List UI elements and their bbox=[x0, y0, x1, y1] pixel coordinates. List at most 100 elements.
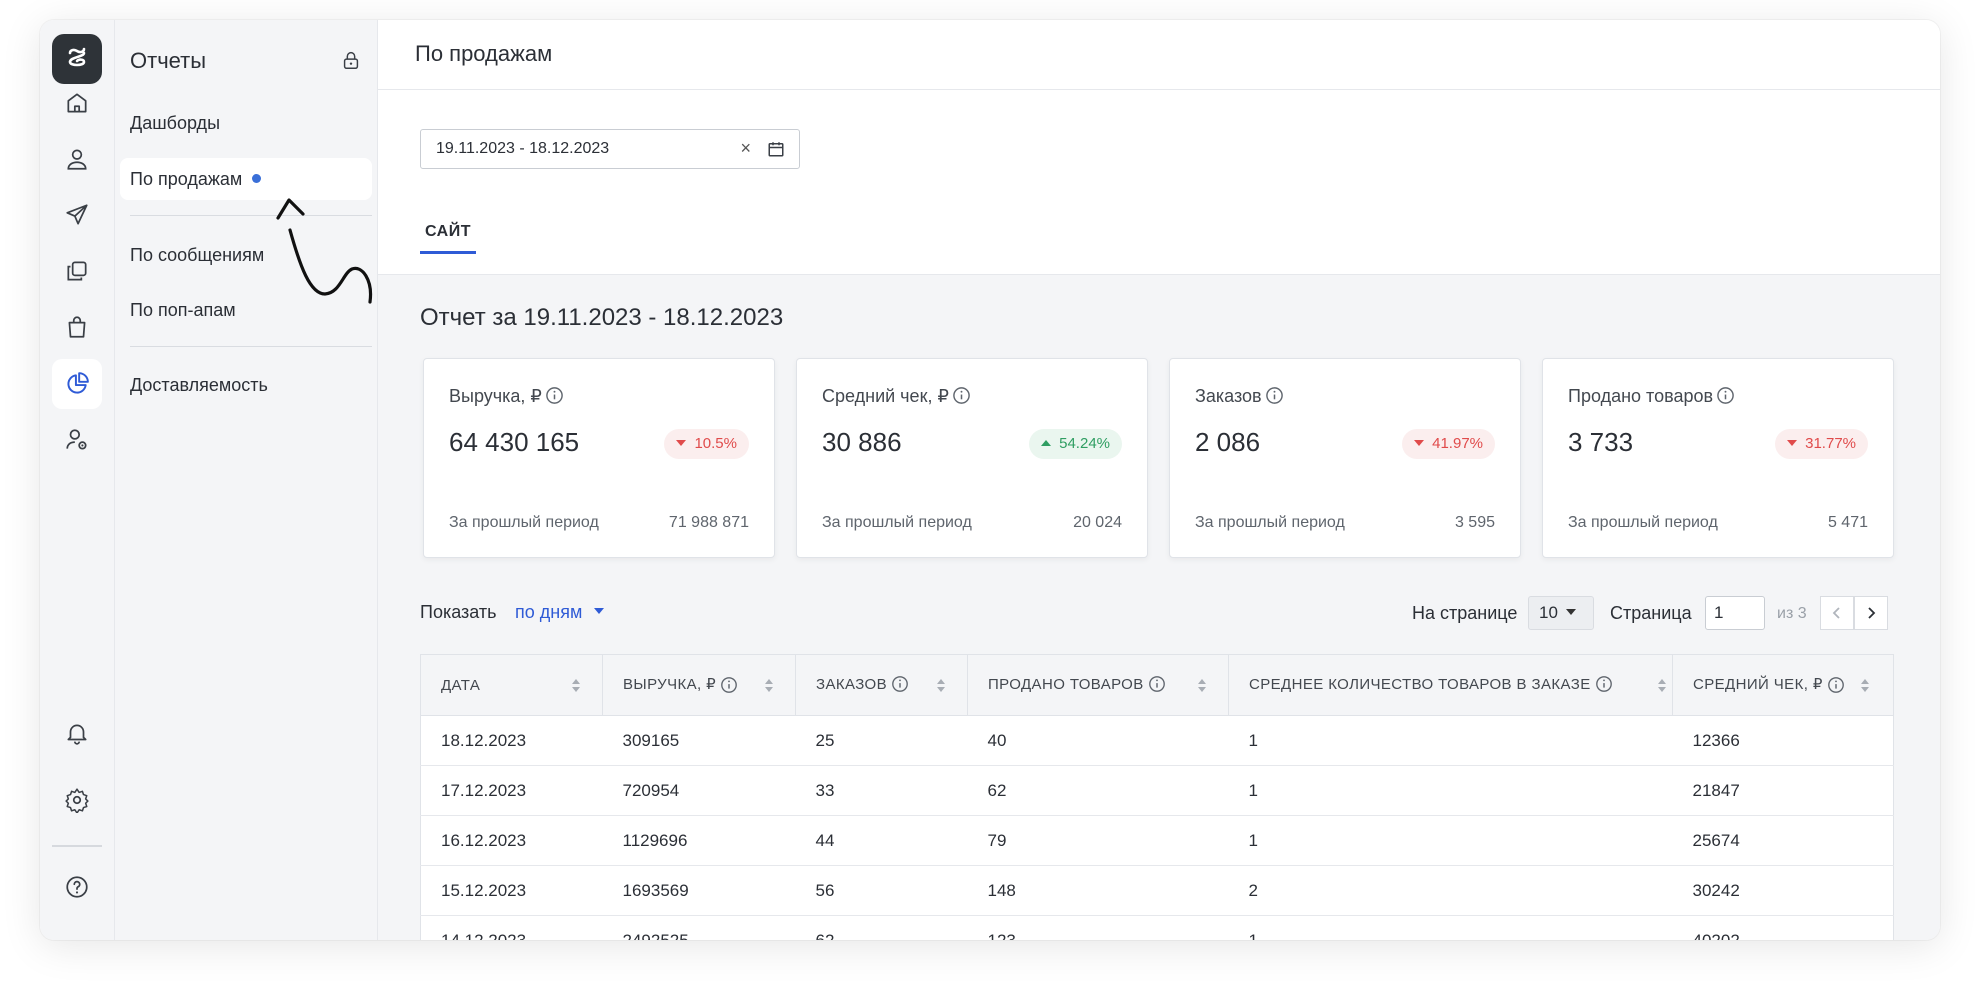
info-icon[interactable] bbox=[1716, 386, 1735, 405]
cell-avg-items: 1 bbox=[1228, 715, 1673, 766]
info-icon[interactable] bbox=[545, 386, 564, 405]
group-by-dropdown[interactable]: по дням bbox=[515, 602, 605, 623]
cell-items-sold: 79 bbox=[967, 815, 1229, 866]
info-icon[interactable] bbox=[720, 676, 738, 694]
page-input[interactable] bbox=[1705, 596, 1765, 630]
page-label: Страница bbox=[1610, 603, 1692, 623]
cell-avg-check: 12366 bbox=[1672, 715, 1894, 766]
hand-drawn-arrow-icon bbox=[276, 198, 373, 304]
sort-icon[interactable] bbox=[1198, 679, 1206, 693]
info-icon[interactable] bbox=[1148, 675, 1166, 693]
page-header: По продажам bbox=[378, 20, 1940, 90]
table-row: 14.12.2023 2492525 62 123 1 40202 bbox=[420, 915, 1894, 940]
column-header-date[interactable]: ДАТА bbox=[420, 654, 603, 716]
cell-date: 17.12.2023 bbox=[420, 765, 603, 816]
arrow-down-icon bbox=[676, 440, 687, 447]
cell-avg-items: 2 bbox=[1228, 865, 1673, 916]
card-value: 64 430 165 bbox=[449, 427, 580, 457]
user-icon[interactable] bbox=[52, 134, 102, 184]
sort-icon[interactable] bbox=[937, 679, 945, 693]
info-icon[interactable] bbox=[1827, 676, 1845, 694]
cell-items-sold: 40 bbox=[967, 715, 1229, 766]
sidebar-item-popups[interactable]: По поп-апам bbox=[130, 300, 236, 321]
column-header-orders[interactable]: ЗАКАЗОВ bbox=[795, 654, 968, 716]
chevron-down-icon bbox=[1565, 608, 1576, 615]
table-row: 15.12.2023 1693569 56 148 2 30242 bbox=[420, 865, 1894, 916]
rail-divider bbox=[52, 845, 102, 847]
chevron-down-icon bbox=[594, 608, 605, 615]
page-of-label: из 3 bbox=[1777, 605, 1807, 622]
prev-period-value: 71 988 871 bbox=[668, 514, 749, 531]
sort-icon[interactable] bbox=[765, 679, 773, 693]
table-row: 18.12.2023 309165 25 40 1 12366 bbox=[420, 715, 1894, 766]
cell-date: 15.12.2023 bbox=[420, 865, 603, 916]
table-header-row: ДАТА ВЫРУЧКА, ₽ ЗАКАЗОВ ПРОДАНО ТОВАРОВ … bbox=[420, 654, 1894, 716]
info-icon[interactable] bbox=[952, 386, 971, 405]
bell-icon[interactable] bbox=[52, 708, 102, 758]
lock-icon[interactable] bbox=[340, 49, 362, 71]
avg-check-card: Средний чек, ₽ 30 886 54.24% За прошлый … bbox=[796, 358, 1148, 558]
clear-icon[interactable]: × bbox=[740, 138, 751, 159]
info-icon[interactable] bbox=[1595, 675, 1613, 693]
app-window: Отчеты Дашборды По продажам По сообщения… bbox=[40, 20, 1940, 940]
prev-page-button[interactable] bbox=[1820, 596, 1854, 630]
pie-chart-icon[interactable] bbox=[52, 359, 102, 409]
filter-panel bbox=[378, 90, 1940, 275]
sort-icon[interactable] bbox=[1861, 679, 1869, 693]
cell-date: 14.12.2023 bbox=[420, 915, 603, 940]
cell-revenue: 309165 bbox=[602, 715, 796, 766]
copy-icon[interactable] bbox=[52, 246, 102, 296]
sidebar-item-deliverability[interactable]: Доставляемость bbox=[130, 375, 268, 396]
calendar-icon[interactable] bbox=[767, 140, 785, 158]
items-sold-card: Продано товаров 3 733 31.77% За прошлый … bbox=[1542, 358, 1894, 558]
sidebar-item-label: По продажам bbox=[130, 169, 243, 189]
column-header-avg-check[interactable]: СРЕДНИЙ ЧЕК, ₽ bbox=[1672, 654, 1894, 716]
card-label: Средний чек, ₽ bbox=[822, 386, 971, 407]
column-header-revenue[interactable]: ВЫРУЧКА, ₽ bbox=[602, 654, 796, 716]
prev-period-value: 3 595 bbox=[1454, 514, 1495, 531]
sidebar-item-messages[interactable]: По сообщениям bbox=[130, 245, 264, 266]
sort-icon[interactable] bbox=[1658, 679, 1666, 693]
per-page-label: На странице bbox=[1412, 603, 1518, 623]
bag-icon[interactable] bbox=[52, 302, 102, 352]
cell-avg-items: 1 bbox=[1228, 915, 1673, 940]
arrow-down-icon bbox=[1414, 440, 1425, 447]
card-label: Заказов bbox=[1195, 386, 1284, 407]
main-content: По продажам 19.11.2023 - 18.12.2023 × СА… bbox=[378, 20, 1940, 940]
info-icon[interactable] bbox=[891, 675, 909, 693]
prev-period-label: За прошлый период bbox=[449, 514, 599, 531]
table-row: 17.12.2023 720954 33 62 1 21847 bbox=[420, 765, 1894, 816]
send-icon[interactable] bbox=[52, 190, 102, 240]
cell-avg-items: 1 bbox=[1228, 765, 1673, 816]
logo-icon[interactable] bbox=[52, 34, 102, 84]
date-range-input[interactable]: 19.11.2023 - 18.12.2023 × bbox=[420, 129, 800, 169]
gear-icon[interactable] bbox=[52, 775, 102, 825]
sidebar-divider bbox=[130, 346, 372, 347]
card-label: Продано товаров bbox=[1568, 386, 1735, 407]
card-label: Выручка, ₽ bbox=[449, 386, 564, 407]
cell-items-sold: 123 bbox=[967, 915, 1229, 940]
chevron-left-icon bbox=[1832, 607, 1840, 619]
cell-items-sold: 62 bbox=[967, 765, 1229, 816]
chevron-right-icon bbox=[1868, 607, 1876, 619]
cell-items-sold: 148 bbox=[967, 865, 1229, 916]
column-header-avg-items[interactable]: СРЕДНЕЕ КОЛИЧЕСТВО ТОВАРОВ В ЗАКАЗЕ bbox=[1228, 654, 1673, 716]
sidebar-item-dashboards[interactable]: Дашборды bbox=[130, 113, 220, 134]
orders-card: Заказов 2 086 41.97% За прошлый период 3… bbox=[1169, 358, 1521, 558]
user-settings-icon[interactable] bbox=[52, 415, 102, 465]
report-title: Отчет за 19.11.2023 - 18.12.2023 bbox=[420, 304, 784, 331]
next-page-button[interactable] bbox=[1854, 596, 1888, 630]
change-badge: 31.77% bbox=[1775, 429, 1868, 459]
info-icon[interactable] bbox=[1265, 386, 1284, 405]
column-header-items-sold[interactable]: ПРОДАНО ТОВАРОВ bbox=[967, 654, 1229, 716]
cell-orders: 62 bbox=[795, 915, 968, 940]
card-value: 2 086 bbox=[1195, 427, 1261, 457]
help-icon[interactable] bbox=[52, 862, 102, 912]
per-page-select[interactable]: 10 bbox=[1528, 596, 1594, 630]
cell-revenue: 1129696 bbox=[602, 815, 796, 866]
change-badge: 10.5% bbox=[664, 429, 749, 459]
sort-icon[interactable] bbox=[572, 679, 580, 693]
change-badge: 54.24% bbox=[1029, 429, 1122, 459]
home-icon[interactable] bbox=[52, 78, 102, 128]
tab-site[interactable]: САЙТ bbox=[420, 223, 476, 254]
